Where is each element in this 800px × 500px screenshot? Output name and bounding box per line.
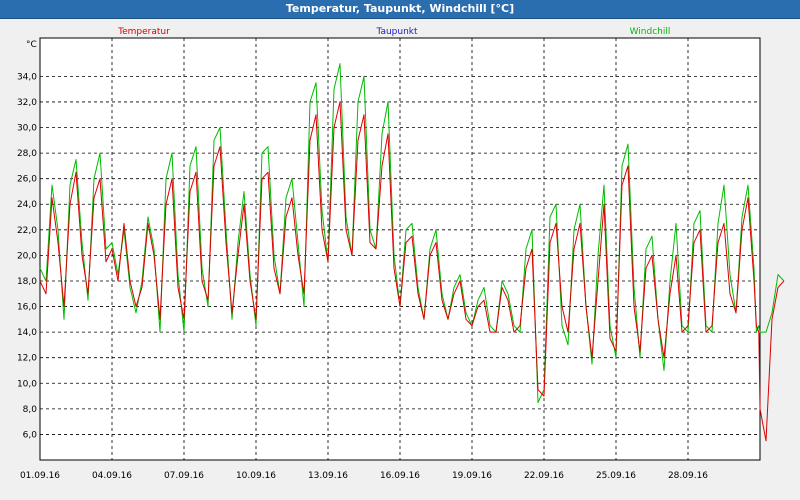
x-tick-label: 07.09.16 (164, 471, 204, 481)
y-tick-label: 32,0 (17, 98, 37, 108)
legend-taupunkt: Taupunkt (375, 27, 418, 37)
y-tick-label: 12,0 (17, 354, 37, 364)
chart-svg: 6,0 8,0 10,0 12,0 14,0 16,0 18,0 20,0 22,0 24,0 26… (17, 27, 785, 481)
chart-window: Temperatur, Taupunkt, Windchill [°C] 6,0… (0, 0, 800, 500)
y-tick-label: 26,0 (17, 175, 37, 185)
y-tick-labels: 6,0 8,0 10,0 12,0 14,0 16,0 18,0 20,0 22,0 24,0 26… (17, 72, 37, 440)
y-tick-label: 20,0 (17, 251, 37, 261)
y-tick-label: 30,0 (17, 124, 37, 134)
legend-windchill: Windchill (630, 27, 671, 37)
x-tick-label: 28.09.16 (668, 471, 708, 481)
x-tick-label: 13.09.16 (308, 471, 348, 481)
x-tick-label: 25.09.16 (596, 471, 636, 481)
y-axis-unit: °C (26, 40, 37, 50)
legend-temperatur: Temperatur (117, 27, 170, 37)
y-tick-label: 10,0 (17, 379, 37, 389)
x-tick-label: 22.09.16 (524, 471, 564, 481)
x-tick-label: 04.09.16 (92, 471, 132, 481)
y-tick-label: 28,0 (17, 149, 37, 159)
y-tick-label: 18,0 (17, 277, 37, 287)
y-tick-label: 22,0 (17, 226, 37, 236)
y-tick-label: 34,0 (17, 72, 37, 82)
y-tick-label: 16,0 (17, 303, 37, 313)
x-tick-label: 10.09.16 (236, 471, 276, 481)
x-tick-label: 01.09.16 (20, 471, 60, 481)
y-tick-label: 14,0 (17, 328, 37, 338)
y-tick-label: 8,0 (23, 405, 38, 415)
x-tick-label: 19.09.16 (452, 471, 492, 481)
y-tick-label: 24,0 (17, 200, 37, 210)
x-tick-labels: 01.09.16 04.09.16 07.09.16 10.09.16 13.09.16… (20, 471, 708, 481)
x-tick-label: 16.09.16 (380, 471, 420, 481)
y-tick-label: 6,0 (23, 430, 38, 440)
